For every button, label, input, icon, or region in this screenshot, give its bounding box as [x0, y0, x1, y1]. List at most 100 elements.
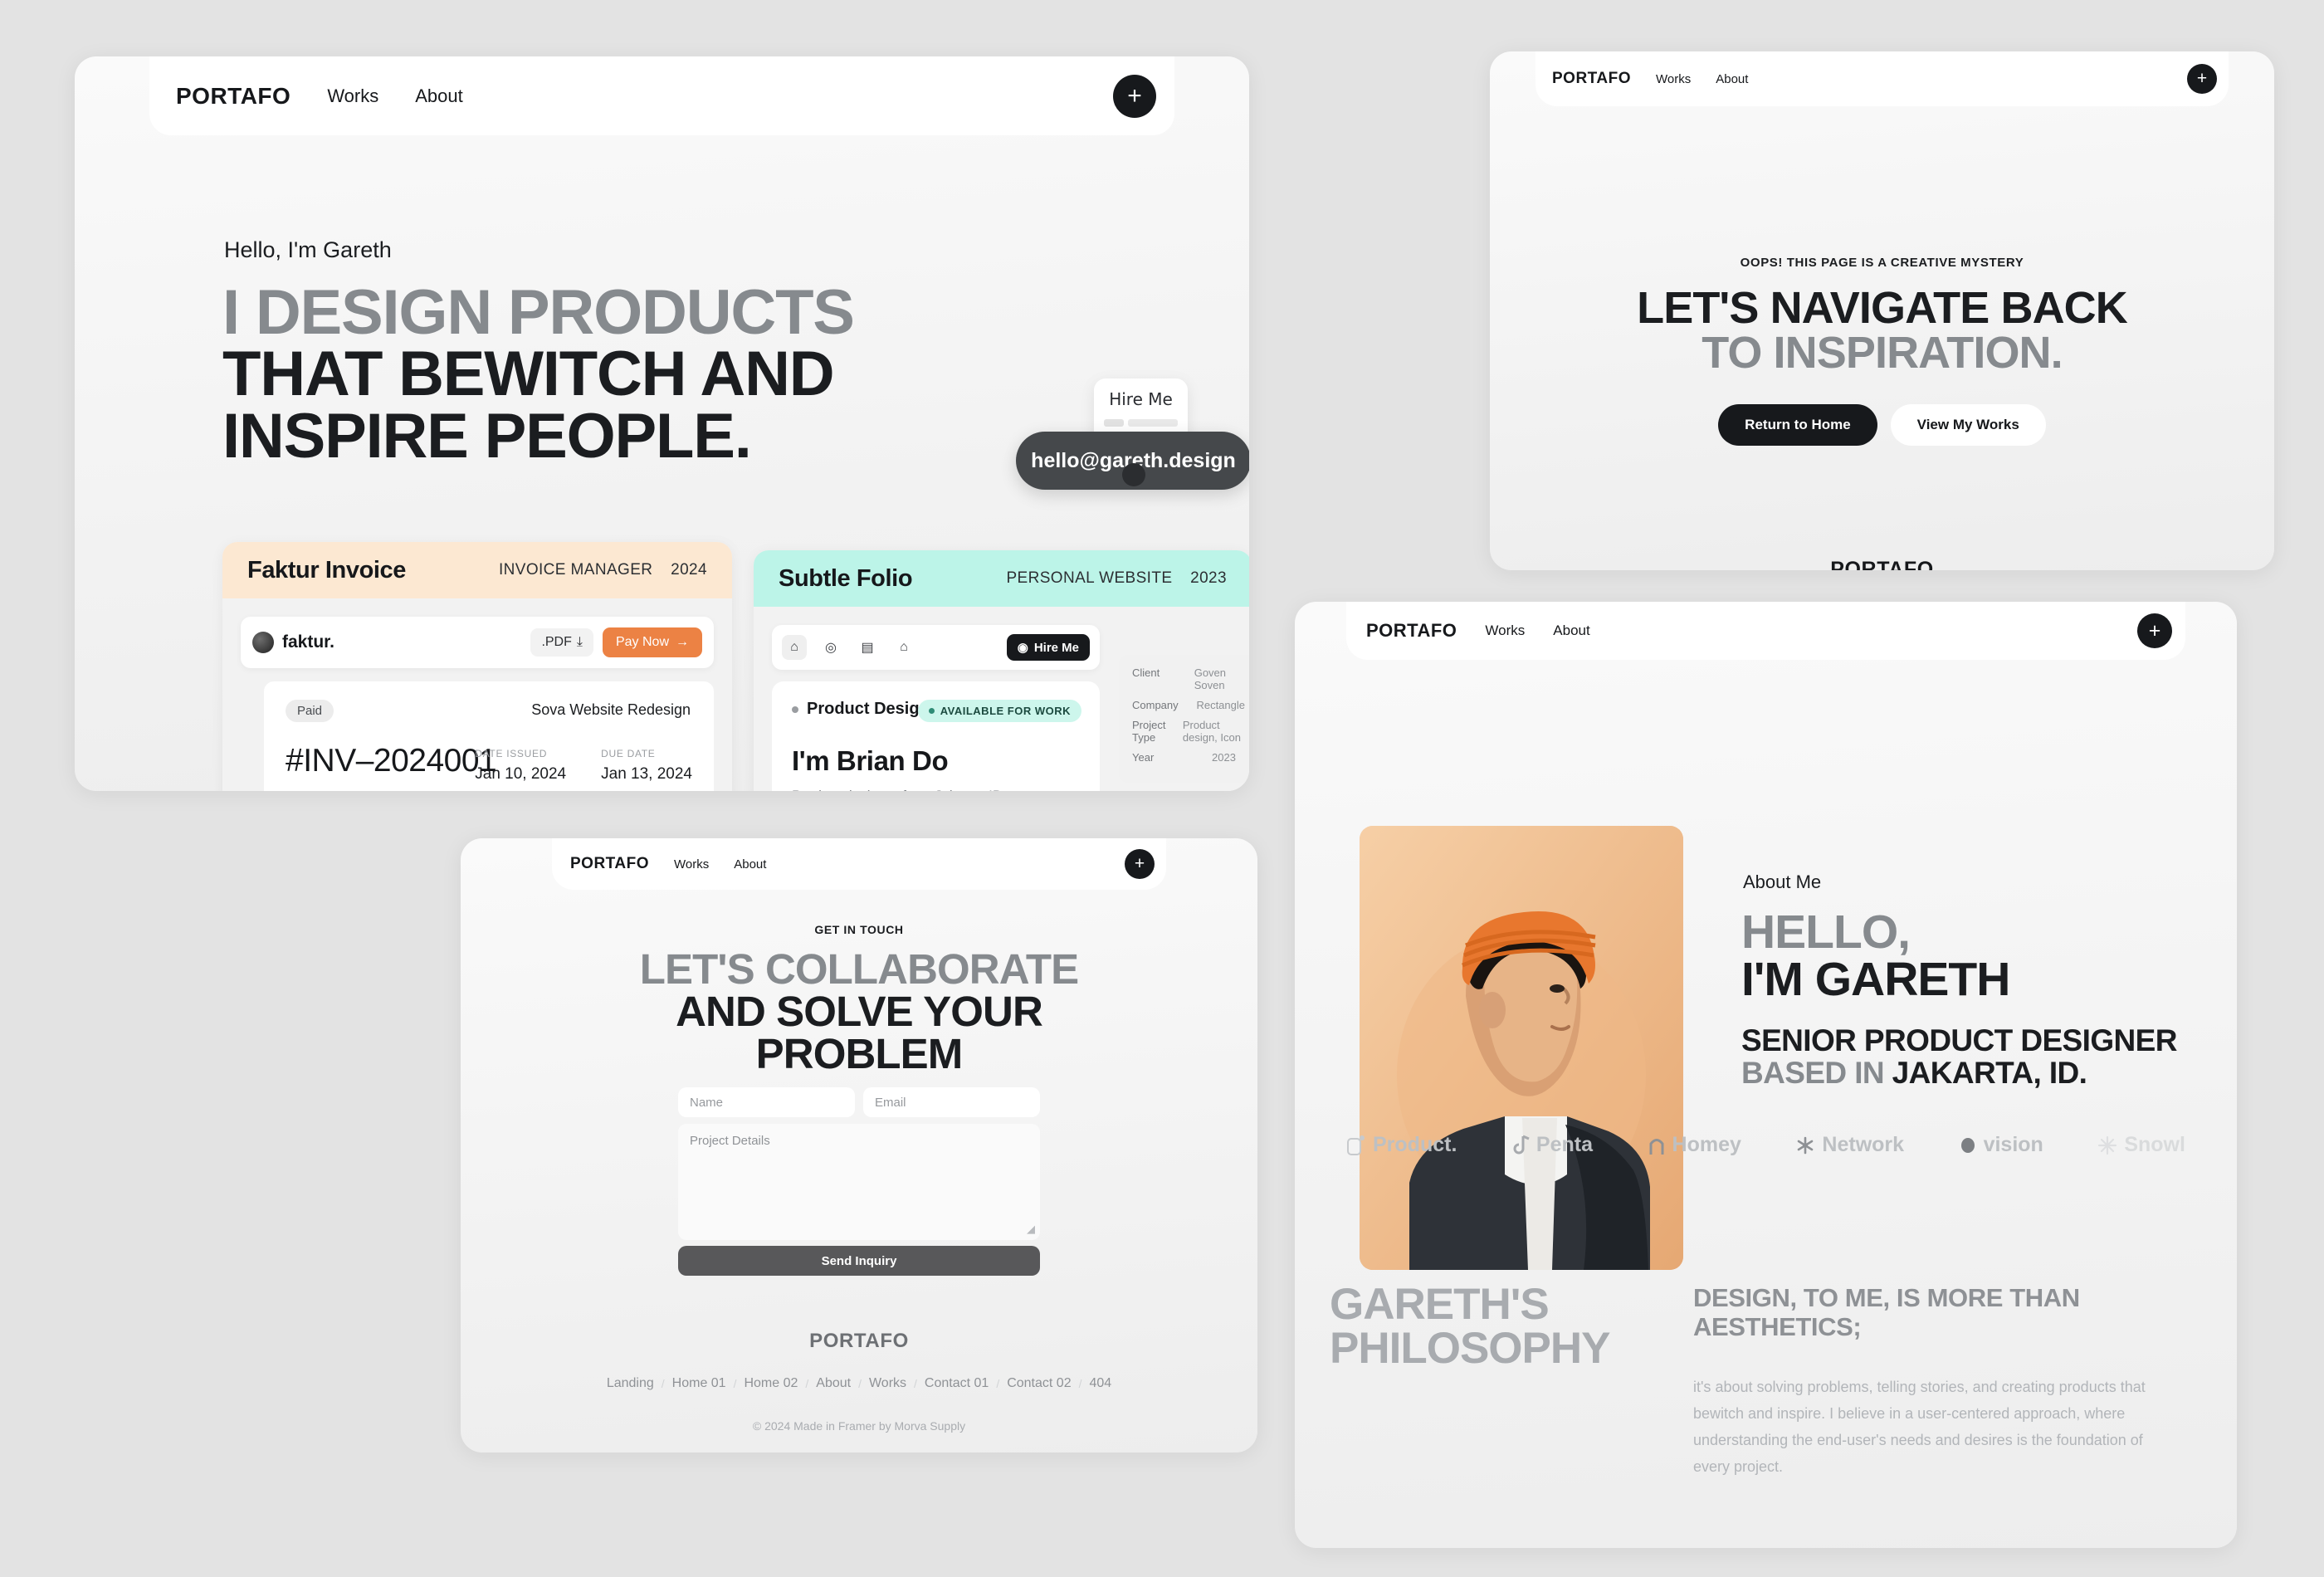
- contact-footer-brand: PORTAFO: [809, 1330, 909, 1352]
- brand-logo[interactable]: PORTAFO: [1552, 70, 1631, 88]
- work-card-category: INVOICE MANAGER: [498, 561, 653, 579]
- brand-logo[interactable]: PORTAFO: [176, 83, 290, 110]
- contact-line-2: AND SOLVE YOUR: [676, 988, 1043, 1035]
- nav-works[interactable]: Works: [327, 85, 378, 107]
- notfound-topbar: PORTAFO Works About +: [1536, 51, 2229, 106]
- work-card-subtle-folio[interactable]: Subtle Folio PERSONAL WEBSITE 2023 ⌂ ◎ ▤…: [754, 550, 1249, 791]
- about-role-part-3: JAKARTA, ID.: [1884, 1055, 2087, 1090]
- hire-me-card-label: Hire Me: [1109, 389, 1173, 409]
- plus-icon[interactable]: +: [2137, 613, 2172, 648]
- logo-label: vision: [1983, 1133, 2043, 1156]
- work-card-year: 2024: [671, 561, 707, 579]
- about-role-part-1: SENIOR PRODUCT DESIGNER: [1741, 1023, 2177, 1057]
- home-icon[interactable]: ⌂: [782, 635, 807, 660]
- footer-link-landing[interactable]: Landing: [607, 1376, 654, 1391]
- pdf-download-button[interactable]: .PDF ⤓: [530, 628, 593, 657]
- snowflake-icon: [2098, 1135, 2117, 1155]
- headline-line-2: THAT BEWITCH AND: [222, 339, 835, 410]
- logo-label: Network: [1822, 1133, 1905, 1156]
- folio-hire-label: Hire Me: [1033, 640, 1079, 655]
- footer-link-home-01[interactable]: Home 01: [672, 1376, 726, 1391]
- bullet-icon: [792, 706, 798, 713]
- footer-link-works[interactable]: Works: [869, 1376, 906, 1391]
- faktur-appbar: faktur. .PDF ⤓ Pay Now →: [241, 617, 714, 668]
- bag-icon[interactable]: ⌂: [891, 635, 916, 660]
- contact-line-1: LET'S COLLABORATE: [639, 945, 1079, 993]
- footer-links: Landing / Home 01 / Home 02 / About / Works /…: [461, 1376, 1257, 1391]
- about-name-heading: HELLO, I'M GARETH: [1741, 906, 2010, 1003]
- footer-link-contact-02[interactable]: Contact 02: [1007, 1376, 1071, 1391]
- form-row: Name Email: [678, 1087, 1040, 1117]
- separator: /: [858, 1377, 862, 1390]
- footer-link-home-02[interactable]: Home 02: [744, 1376, 798, 1391]
- greeting-text: Hello, I'm Gareth: [224, 237, 392, 262]
- logo-vision: vision: [1959, 1133, 2043, 1157]
- invoice-project-name: Sova Website Redesign: [531, 701, 691, 718]
- landing-topbar: PORTAFO Works About +: [149, 56, 1174, 135]
- meta-value: 2023: [1212, 751, 1236, 764]
- brand-logo[interactable]: PORTAFO: [570, 855, 649, 873]
- plus-icon[interactable]: +: [2187, 64, 2217, 94]
- contact-page-panel: PORTAFO Works About + GET IN TOUCH LET'S…: [461, 838, 1257, 1452]
- hero-headline: I DESIGN PRODUCTS THAT BEWITCH AND INSPI…: [222, 281, 1052, 468]
- philosophy-title-line-2: PHILOSOPHY: [1330, 1324, 1611, 1373]
- about-name-line-1: HELLO,: [1741, 906, 1911, 959]
- user-icon[interactable]: ◎: [818, 635, 843, 660]
- vision-icon: [1960, 1137, 1975, 1153]
- nav-about[interactable]: About: [1553, 622, 1589, 639]
- separator: /: [996, 1377, 1000, 1390]
- notfound-headline: LET'S NAVIGATE BACK TO INSPIRATION.: [1490, 286, 2274, 375]
- logo-network: Network: [1795, 1133, 1904, 1157]
- notfound-eyebrow: OOPS! THIS PAGE IS A CREATIVE MYSTERY: [1740, 256, 2024, 270]
- notfound-footer-brand: PORTAFO: [1830, 558, 1934, 570]
- about-role-part-2: BASED IN: [1741, 1055, 1885, 1090]
- nav-works[interactable]: Works: [674, 857, 709, 872]
- return-home-button[interactable]: Return to Home: [1718, 404, 1877, 446]
- nav-about[interactable]: About: [1716, 72, 1748, 86]
- nav-works[interactable]: Works: [1485, 622, 1525, 639]
- due-date-label: DUE DATE: [601, 748, 656, 759]
- status-badge: Paid: [286, 700, 334, 722]
- nav-works[interactable]: Works: [1656, 72, 1691, 86]
- folio-name: I'm Brian Do: [792, 745, 949, 776]
- footer-link-about[interactable]: About: [816, 1376, 851, 1391]
- separator: /: [805, 1377, 809, 1390]
- contact-topbar: PORTAFO Works About +: [552, 838, 1166, 890]
- folio-hero-card: Product Designer AVAILABLE FOR WORK I'm …: [772, 681, 1100, 791]
- folio-desc-line-1: Product designer from Jakarta, ID.: [792, 788, 1007, 791]
- philosophy-body: it's about solving problems, telling sto…: [1693, 1379, 2146, 1476]
- due-date-block: DUE DATE Jan 13, 2024: [601, 748, 692, 784]
- plus-icon[interactable]: +: [1113, 74, 1156, 118]
- plus-icon[interactable]: +: [1125, 849, 1155, 879]
- pay-now-label: Pay Now: [615, 635, 669, 649]
- faktur-app-name: faktur.: [282, 632, 335, 652]
- project-details-textarea[interactable]: Project Details ◢: [678, 1124, 1040, 1240]
- footer-link-contact-01[interactable]: Contact 01: [925, 1376, 989, 1391]
- work-card-preview: ⌂ ◎ ▤ ⌂ ◉ Hire Me Product Designer AVAIL…: [754, 607, 1249, 791]
- homey-icon: [1649, 1138, 1664, 1155]
- contact-form: Name Email Project Details ◢ Send Inquir…: [678, 1087, 1040, 1276]
- nav-about[interactable]: About: [415, 85, 463, 107]
- work-card-meta: PERSONAL WEBSITE 2023: [1006, 569, 1227, 588]
- profile-photo: [1360, 826, 1683, 1270]
- resize-handle-icon[interactable]: ◢: [1027, 1223, 1035, 1236]
- name-input[interactable]: Name: [678, 1087, 855, 1117]
- brand-logo[interactable]: PORTAFO: [1366, 620, 1457, 642]
- product-icon: [1347, 1135, 1365, 1155]
- send-inquiry-button[interactable]: Send Inquiry: [678, 1246, 1040, 1276]
- view-works-button[interactable]: View My Works: [1890, 404, 2046, 446]
- nav-about[interactable]: About: [734, 857, 766, 872]
- philosophy-title: GARETH'S PHILOSOPHY: [1330, 1282, 1687, 1370]
- email-input[interactable]: Email: [863, 1087, 1040, 1117]
- pay-now-button[interactable]: Pay Now →: [602, 627, 702, 657]
- logo-homey: Homey: [1648, 1133, 1741, 1157]
- contact-headline: LET'S COLLABORATE AND SOLVE YOUR PROBLEM: [461, 948, 1257, 1075]
- folio-hire-button[interactable]: ◉ Hire Me: [1006, 634, 1090, 661]
- footer-link-404[interactable]: 404: [1089, 1376, 1111, 1391]
- headline-line-1: I DESIGN PRODUCTS: [222, 277, 855, 348]
- placeholder-bar-small: [1104, 419, 1124, 427]
- card-icon[interactable]: ▤: [855, 635, 880, 660]
- work-card-faktur[interactable]: Faktur Invoice INVOICE MANAGER 2024 fakt…: [222, 542, 732, 791]
- table-row: Client Goven Soven: [1132, 666, 1245, 691]
- date-issued-label: DATE ISSUED: [475, 748, 548, 759]
